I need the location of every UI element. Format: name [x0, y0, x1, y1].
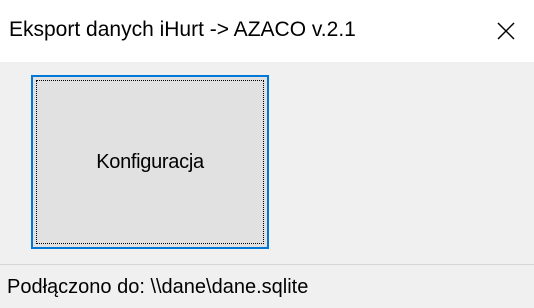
status-bar: Podłączono do: \\dane\dane.sqlite [0, 264, 534, 308]
window-title: Eksport danych iHurt -> AZACO v.2.1 [9, 18, 356, 41]
close-button[interactable] [478, 0, 534, 62]
config-button-label: Konfiguracja [96, 150, 204, 173]
client-area: Konfiguracja [0, 62, 534, 264]
connection-status: Podłączono do: \\dane\dane.sqlite [7, 276, 309, 298]
close-icon [497, 22, 515, 40]
app-window: Eksport danych iHurt -> AZACO v.2.1 Konf… [0, 0, 534, 308]
title-bar[interactable]: Eksport danych iHurt -> AZACO v.2.1 [0, 0, 534, 62]
config-button[interactable]: Konfiguracja [31, 75, 269, 249]
